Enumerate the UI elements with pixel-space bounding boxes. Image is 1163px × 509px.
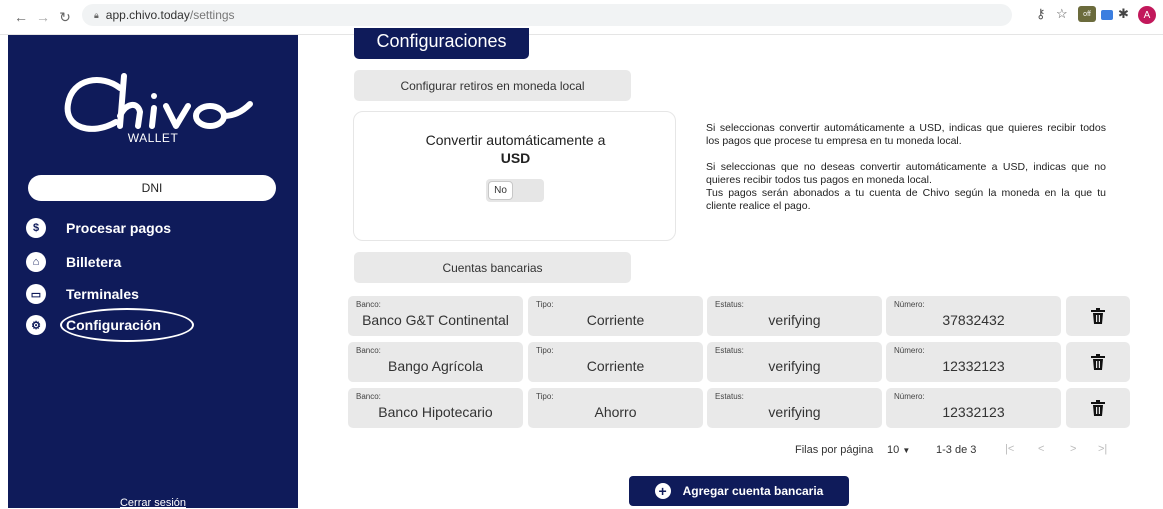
sidebar-item-label: Billetera xyxy=(66,254,122,270)
number-cell: Número: 37832432 xyxy=(886,296,1061,336)
delete-account-button[interactable] xyxy=(1066,296,1130,336)
bank-cell: Banco: Banco Hipotecario xyxy=(348,388,523,428)
convert-info-text: Si seleccionas convertir automáticamente… xyxy=(706,122,1106,226)
home-icon: ⌂ xyxy=(26,252,46,272)
status-label: Estatus: xyxy=(715,346,744,355)
number-label: Número: xyxy=(894,300,925,309)
sidebar-item-label: Procesar pagos xyxy=(66,220,172,236)
url-path: /settings xyxy=(189,8,235,22)
type-cell: Tipo: Corriente xyxy=(528,296,703,336)
bank-value: Banco Hipotecario xyxy=(378,404,493,420)
status-label: Estatus: xyxy=(715,392,744,401)
dni-field[interactable]: DNI xyxy=(28,175,276,201)
number-cell: Número: 12332123 xyxy=(886,388,1061,428)
number-label: Número: xyxy=(894,392,925,401)
trash-icon xyxy=(1091,308,1105,324)
delete-account-button[interactable] xyxy=(1066,342,1130,382)
convert-title: Convertir automáticamente a USD xyxy=(354,131,677,167)
key-icon[interactable]: ⚷ xyxy=(1036,6,1046,22)
lock-icon: 🔒︎ xyxy=(94,9,99,20)
last-page-icon[interactable]: >| xyxy=(1098,443,1107,455)
convert-title-text: Convertir automáticamente a xyxy=(425,132,606,148)
caret-down-icon: ▼ xyxy=(902,446,911,455)
status-value: verifying xyxy=(768,312,821,328)
info-paragraph: Tus pagos serán abonados a tu cuenta de … xyxy=(706,187,1106,212)
next-page-icon[interactable]: > xyxy=(1070,443,1076,455)
type-cell: Tipo: Ahorro xyxy=(528,388,703,428)
rows-per-page-value: 10 xyxy=(887,444,900,456)
status-value: verifying xyxy=(768,404,821,420)
type-value: Ahorro xyxy=(594,404,637,420)
type-value: Corriente xyxy=(586,312,645,328)
rows-per-page-select[interactable]: 10 ▼ xyxy=(887,444,910,456)
active-item-highlight xyxy=(60,308,194,342)
bank-label: Banco: xyxy=(356,392,381,401)
logo-subtitle: WALLET xyxy=(127,131,179,145)
type-label: Tipo: xyxy=(536,300,554,309)
bank-cell: Banco: Banco G&T Continental xyxy=(348,296,523,336)
browser-toolbar: ← → ↻ 🔒︎ app.chivo.today/settings ⚷ ☆ of… xyxy=(0,0,1163,35)
type-cell: Tipo: Corriente xyxy=(528,342,703,382)
convert-title-currency: USD xyxy=(500,150,531,166)
reload-icon[interactable]: ↻ xyxy=(56,8,74,26)
bank-label: Banco: xyxy=(356,346,381,355)
sidebar-item-label: Terminales xyxy=(66,286,139,302)
status-value: verifying xyxy=(768,358,821,374)
pagination-range: 1-3 de 3 xyxy=(936,444,977,456)
puzzle-icon[interactable]: ✱ xyxy=(1118,6,1129,22)
plus-icon: + xyxy=(654,483,671,499)
number-value: 12332123 xyxy=(942,358,1005,374)
info-paragraph: Si seleccionas convertir automáticamente… xyxy=(706,122,1106,147)
convert-usd-toggle[interactable]: No xyxy=(486,179,544,202)
bank-value: Banco G&T Continental xyxy=(362,312,509,328)
url-host: app.chivo.today xyxy=(105,8,190,22)
first-page-icon[interactable]: |< xyxy=(1005,443,1014,455)
forward-arrow-icon[interactable]: → xyxy=(34,8,52,26)
terminal-icon: ▭ xyxy=(26,284,46,304)
sidebar-item-terminales[interactable]: ▭ Terminales xyxy=(26,284,139,304)
extension-tag-icon[interactable] xyxy=(1101,10,1113,20)
star-icon[interactable]: ☆ xyxy=(1056,6,1068,22)
sidebar-item-billetera[interactable]: ⌂ Billetera xyxy=(26,252,121,272)
withdraw-settings-button[interactable]: Configurar retiros en moneda local xyxy=(354,70,631,101)
dollar-coin-icon: $ xyxy=(26,218,46,238)
bank-cell: Banco: Bango Agrícola xyxy=(348,342,523,382)
back-arrow-icon[interactable]: ← xyxy=(12,8,30,26)
sidebar: WALLET DNI $ Procesar pagos ⌂ Billetera … xyxy=(8,35,298,509)
status-cell: Estatus: verifying xyxy=(707,342,882,382)
convert-usd-card: Convertir automáticamente a USD No xyxy=(353,111,676,241)
profile-avatar[interactable]: A xyxy=(1138,6,1156,24)
previous-page-icon[interactable]: < xyxy=(1038,443,1044,455)
rows-per-page-label: Filas por página xyxy=(795,444,874,456)
toggle-knob: No xyxy=(488,181,513,200)
type-value: Corriente xyxy=(586,358,645,374)
page-title: Configuraciones xyxy=(354,28,529,59)
status-cell: Estatus: verifying xyxy=(707,296,882,336)
number-value: 37832432 xyxy=(942,312,1005,328)
gear-icon: ⚙ xyxy=(26,315,46,335)
type-label: Tipo: xyxy=(536,346,554,355)
trash-icon xyxy=(1091,400,1105,416)
extension-off-icon[interactable]: off xyxy=(1078,6,1096,22)
status-label: Estatus: xyxy=(715,300,744,309)
bank-label: Banco: xyxy=(356,300,381,309)
add-bank-account-label: Agregar cuenta bancaria xyxy=(682,484,824,498)
bank-value: Bango Agrícola xyxy=(388,358,483,374)
add-bank-account-button[interactable]: + Agregar cuenta bancaria xyxy=(629,476,849,506)
status-cell: Estatus: verifying xyxy=(707,388,882,428)
info-paragraph: Si seleccionas que no deseas convertir a… xyxy=(706,161,1106,186)
logout-link[interactable]: Cerrar sesión xyxy=(8,497,298,509)
address-bar[interactable]: 🔒︎ app.chivo.today/settings xyxy=(82,4,1012,26)
type-label: Tipo: xyxy=(536,392,554,401)
delete-account-button[interactable] xyxy=(1066,388,1130,428)
sidebar-item-procesar-pagos[interactable]: $ Procesar pagos xyxy=(26,218,171,238)
number-cell: Número: 12332123 xyxy=(886,342,1061,382)
bank-accounts-button[interactable]: Cuentas bancarias xyxy=(354,252,631,283)
trash-icon xyxy=(1091,354,1105,370)
number-value: 12332123 xyxy=(942,404,1005,420)
number-label: Número: xyxy=(894,346,925,355)
